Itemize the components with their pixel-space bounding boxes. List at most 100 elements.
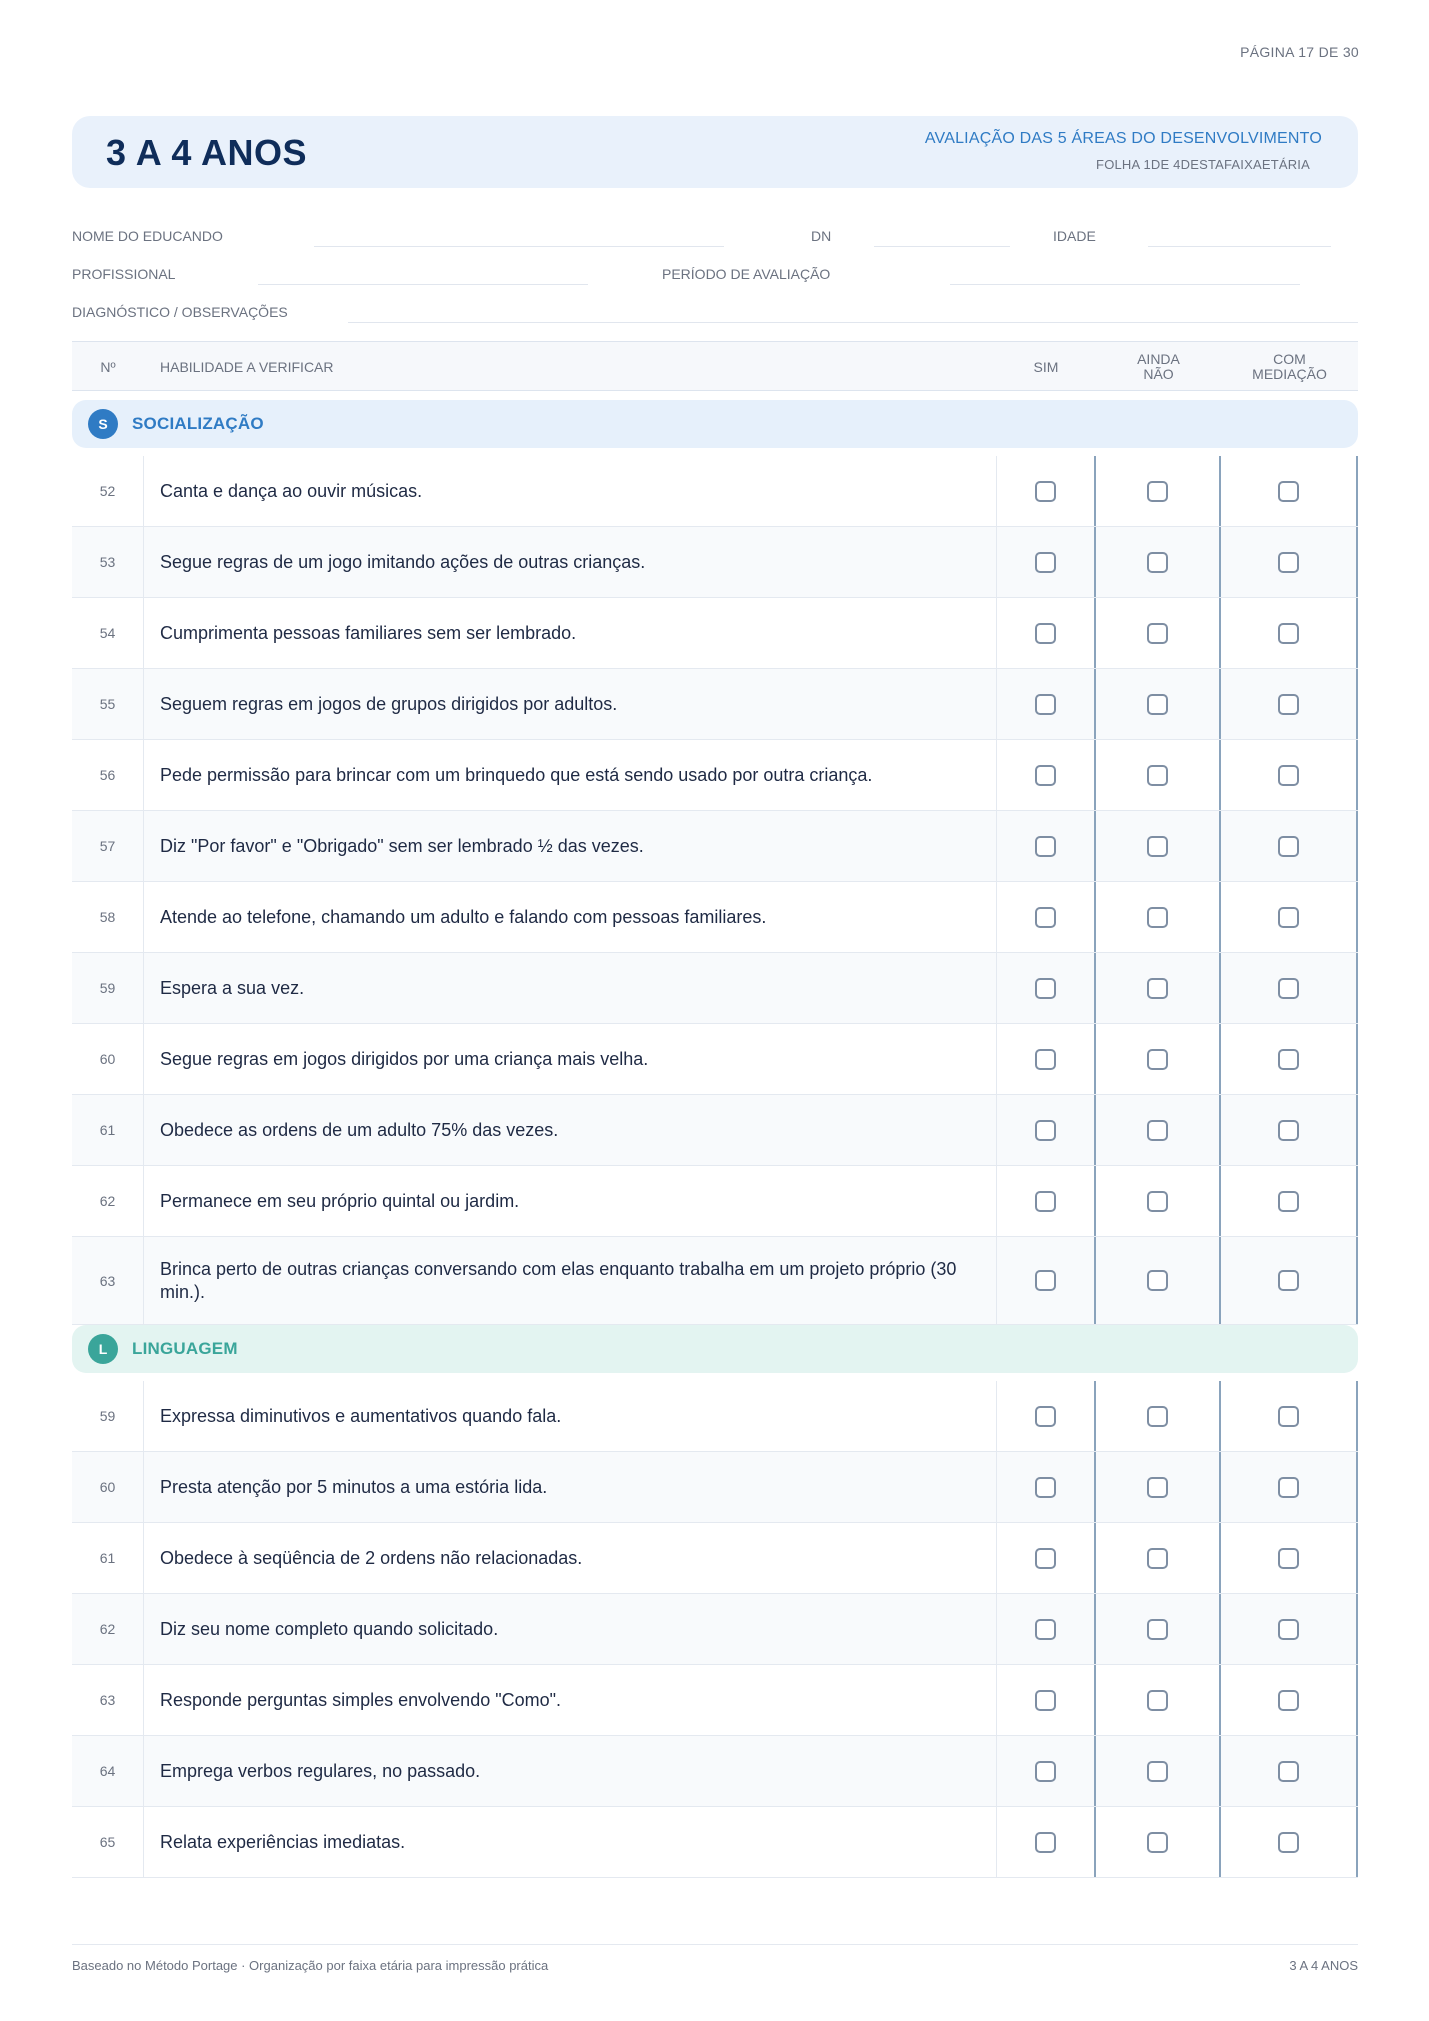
not-yet-cell (1096, 527, 1221, 597)
not-yet-checkbox[interactable] (1147, 1831, 1168, 1853)
dn-field[interactable] (874, 246, 1010, 247)
not-yet-checkbox[interactable] (1147, 1190, 1168, 1212)
not-yet-checkbox[interactable] (1147, 1270, 1168, 1291)
mediation-checkbox[interactable] (1278, 1476, 1299, 1498)
diagnosis-field[interactable] (348, 322, 1358, 323)
yes-checkbox[interactable] (1035, 693, 1056, 715)
mediation-checkbox[interactable] (1278, 1119, 1299, 1141)
section-badge: S (88, 409, 118, 439)
yes-checkbox[interactable] (1035, 1048, 1056, 1070)
not-yet-cell (1096, 882, 1221, 952)
item-number: 53 (72, 527, 144, 597)
yes-checkbox[interactable] (1035, 1270, 1056, 1291)
skill-text: Pede permissão para brincar com um brinq… (160, 764, 873, 785)
assessment-subtitle: AVALIAÇÃO DAS 5 ÁREAS DO DESENVOLVIMENTO (924, 130, 1322, 147)
not-yet-checkbox[interactable] (1147, 1760, 1168, 1782)
student-info-row: NOME DO EDUCANDO DN IDADE (72, 226, 1358, 248)
mediation-checkbox[interactable] (1278, 480, 1299, 502)
professional-label: PROFISSIONAL (72, 266, 176, 282)
yes-checkbox[interactable] (1035, 1831, 1056, 1853)
professional-field[interactable] (258, 284, 588, 285)
mediation-checkbox[interactable] (1278, 1270, 1299, 1291)
mediation-checkbox[interactable] (1278, 1831, 1299, 1853)
table-row: 61 Obedece à seqüência de 2 ordens não re… (72, 1523, 1358, 1594)
mediation-checkbox[interactable] (1278, 1547, 1299, 1569)
skill-text: Expressa diminutivos e aumentativos quan… (160, 1405, 562, 1426)
evaluation-period-field[interactable] (950, 284, 1300, 285)
yes-checkbox[interactable] (1035, 1405, 1056, 1427)
yes-checkbox[interactable] (1035, 835, 1056, 857)
not-yet-checkbox[interactable] (1147, 764, 1168, 786)
skill-text: Brinca perto de outras crianças conversa… (160, 1258, 957, 1302)
item-number: 59 (72, 1381, 144, 1451)
mediation-checkbox[interactable] (1278, 977, 1299, 999)
not-yet-cell (1096, 811, 1221, 881)
yes-checkbox[interactable] (1035, 906, 1056, 928)
not-yet-cell (1096, 1095, 1221, 1165)
not-yet-checkbox[interactable] (1147, 835, 1168, 857)
mediation-checkbox[interactable] (1278, 693, 1299, 715)
student-name-label: NOME DO EDUCANDO (72, 228, 223, 244)
yes-checkbox[interactable] (1035, 622, 1056, 644)
col-mediation-header: COM MEDIAÇÃO (1221, 352, 1358, 382)
yes-checkbox[interactable] (1035, 1119, 1056, 1141)
yes-checkbox[interactable] (1035, 1689, 1056, 1711)
not-yet-checkbox[interactable] (1147, 693, 1168, 715)
not-yet-checkbox[interactable] (1147, 1547, 1168, 1569)
skill-text: Diz seu nome completo quando solicitado. (160, 1618, 499, 1639)
not-yet-checkbox[interactable] (1147, 1689, 1168, 1711)
table-row: 62 Diz seu nome completo quando solicitad… (72, 1594, 1358, 1665)
not-yet-checkbox[interactable] (1147, 1618, 1168, 1640)
not-yet-checkbox[interactable] (1147, 1476, 1168, 1498)
not-yet-checkbox[interactable] (1147, 551, 1168, 573)
mediation-checkbox[interactable] (1278, 1689, 1299, 1711)
yes-checkbox[interactable] (1035, 1476, 1056, 1498)
yes-checkbox[interactable] (1035, 1618, 1056, 1640)
yes-checkbox[interactable] (1035, 1760, 1056, 1782)
yes-cell (996, 527, 1096, 597)
col-mediation-header-line1: COM (1273, 351, 1306, 367)
page-number: PÁGINA 17 DE 30 (1240, 44, 1359, 60)
footer-note: Baseado no Método Portage · Organização … (72, 1958, 549, 1973)
not-yet-checkbox[interactable] (1147, 1119, 1168, 1141)
table-row: 65 Relata experiências imediatas. (72, 1807, 1358, 1878)
yes-cell (996, 1381, 1096, 1451)
skill-text: Segue regras de um jogo imitando ações d… (160, 551, 646, 572)
mediation-checkbox[interactable] (1278, 1190, 1299, 1212)
not-yet-checkbox[interactable] (1147, 622, 1168, 644)
mediation-checkbox[interactable] (1278, 622, 1299, 644)
yes-cell (996, 598, 1096, 668)
yes-checkbox[interactable] (1035, 1547, 1056, 1569)
age-field[interactable] (1148, 246, 1331, 247)
mediation-checkbox[interactable] (1278, 1405, 1299, 1427)
not-yet-checkbox[interactable] (1147, 906, 1168, 928)
mediation-checkbox[interactable] (1278, 1048, 1299, 1070)
yes-checkbox[interactable] (1035, 764, 1056, 786)
yes-checkbox[interactable] (1035, 480, 1056, 502)
item-number: 57 (72, 811, 144, 881)
age-range-title: 3 A 4 ANOS (106, 132, 308, 173)
mediation-checkbox[interactable] (1278, 1760, 1299, 1782)
mediation-checkbox[interactable] (1278, 906, 1299, 928)
mediation-checkbox[interactable] (1278, 551, 1299, 573)
professional-row: PROFISSIONAL PERÍODO DE AVALIAÇÃO (72, 264, 1358, 286)
title-band: 3 A 4 ANOS AVALIAÇÃO DAS 5 ÁREAS DO DESE… (72, 116, 1358, 188)
not-yet-checkbox[interactable] (1147, 480, 1168, 502)
mediation-cell (1221, 1452, 1358, 1522)
skill-text: Canta e dança ao ouvir músicas. (160, 480, 423, 501)
yes-checkbox[interactable] (1035, 977, 1056, 999)
mediation-checkbox[interactable] (1278, 764, 1299, 786)
mediation-checkbox[interactable] (1278, 835, 1299, 857)
yes-cell (996, 1523, 1096, 1593)
col-skill-header: HABILIDADE A VERIFICAR (160, 359, 334, 375)
student-name-field[interactable] (314, 246, 724, 247)
yes-checkbox[interactable] (1035, 1190, 1056, 1212)
yes-cell (996, 1452, 1096, 1522)
not-yet-checkbox[interactable] (1147, 1405, 1168, 1427)
not-yet-checkbox[interactable] (1147, 1048, 1168, 1070)
skill-text: Presta atenção por 5 minutos a uma estór… (160, 1476, 548, 1497)
not-yet-cell (1096, 1452, 1221, 1522)
not-yet-checkbox[interactable] (1147, 977, 1168, 999)
mediation-checkbox[interactable] (1278, 1618, 1299, 1640)
yes-checkbox[interactable] (1035, 551, 1056, 573)
